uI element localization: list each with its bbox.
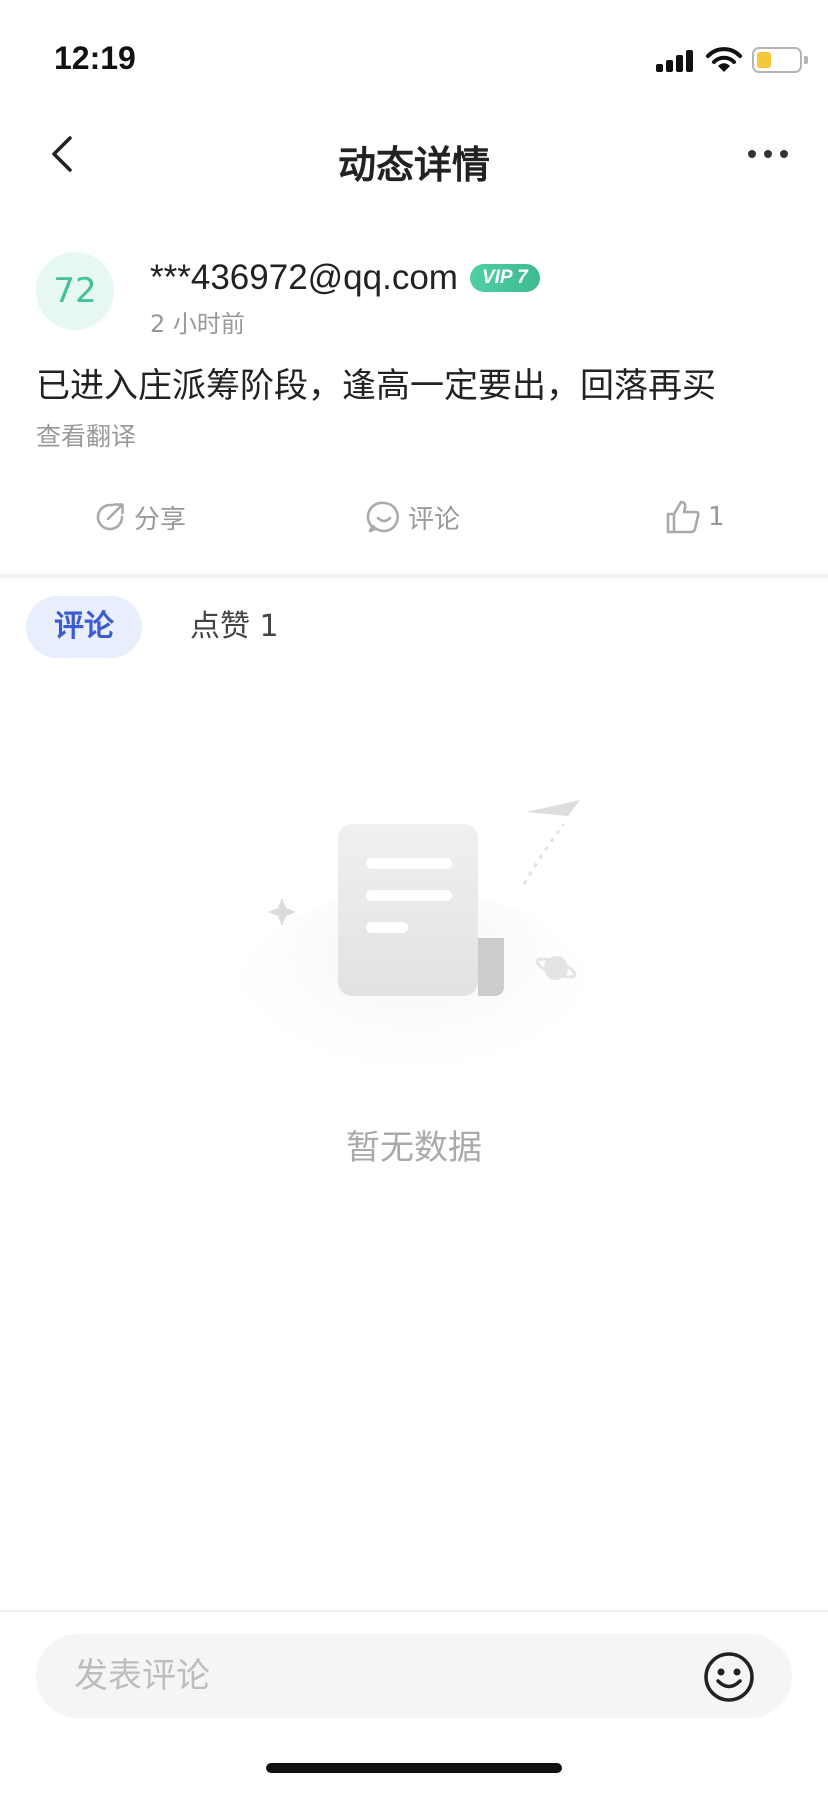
home-indicator xyxy=(266,1763,562,1773)
username-row: ***436972@qq.com VIP 7 xyxy=(150,256,540,300)
comment-icon xyxy=(366,501,400,533)
post-actions: 分享 评论 1 xyxy=(0,490,828,544)
comment-label: 评论 xyxy=(408,504,461,535)
share-label: 分享 xyxy=(134,504,187,535)
battery-cap xyxy=(804,56,808,64)
share-button[interactable]: 分享 xyxy=(92,490,186,544)
translate-link[interactable]: 查看翻译 xyxy=(36,417,136,453)
like-count: 1 xyxy=(708,502,725,532)
post-content: 已进入庄派筹阶段，逢高一定要出，回落再买 xyxy=(36,366,716,406)
vip-badge: VIP 7 xyxy=(469,264,540,292)
more-icon[interactable] xyxy=(748,150,792,162)
tab-comments[interactable]: 评论 xyxy=(26,596,142,658)
empty-state-text: 暂无数据 xyxy=(346,1128,482,1168)
emoji-icon[interactable] xyxy=(702,1650,756,1704)
section-divider xyxy=(0,574,828,578)
post-time: 2 小时前 xyxy=(150,310,245,338)
cellular-signal-icon xyxy=(656,50,696,72)
nav-bar: 动态详情 xyxy=(0,110,828,210)
comment-input[interactable] xyxy=(36,1634,792,1718)
battery-icon xyxy=(752,47,802,73)
wifi-icon xyxy=(706,47,742,72)
avatar[interactable]: 72 xyxy=(36,252,114,330)
username[interactable]: ***436972@qq.com xyxy=(150,258,458,298)
like-button[interactable]: 1 xyxy=(664,490,725,544)
status-bar: 12:19 xyxy=(0,0,828,120)
status-time: 12:19 xyxy=(54,40,136,76)
thumbs-up-icon xyxy=(666,500,700,534)
bottom-divider xyxy=(0,1610,828,1612)
page-title: 动态详情 xyxy=(337,143,490,187)
share-icon xyxy=(96,503,124,531)
comment-button[interactable]: 评论 xyxy=(366,490,460,544)
empty-data-illustration xyxy=(234,800,594,1100)
tab-likes[interactable]: 点赞 1 xyxy=(190,596,279,658)
